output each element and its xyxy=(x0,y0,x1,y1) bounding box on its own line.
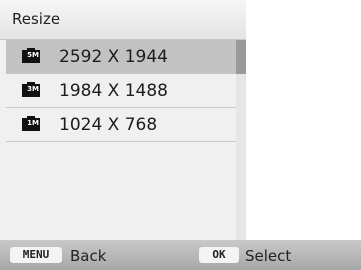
back-label: Back xyxy=(70,247,107,265)
ok-button-icon[interactable]: OK xyxy=(199,247,239,263)
resize-option-label: 2592 X 1944 xyxy=(59,47,168,67)
resize-option-5m[interactable]: 5M 2592 X 1944 xyxy=(6,40,236,74)
size-3m-icon: 3M xyxy=(22,82,40,97)
svg-text:3M: 3M xyxy=(27,85,39,93)
size-5m-icon: 5M xyxy=(22,48,40,63)
resize-option-label: 1984 X 1488 xyxy=(59,81,168,101)
resize-option-label: 1024 X 768 xyxy=(59,115,158,135)
menu-title: Resize xyxy=(12,10,61,28)
menu-button-icon[interactable]: MENU xyxy=(10,247,62,263)
resize-option-3m[interactable]: 3M 1984 X 1488 xyxy=(6,74,236,108)
svg-text:1M: 1M xyxy=(27,119,39,127)
size-1m-icon: 1M xyxy=(22,116,40,131)
svg-text:5M: 5M xyxy=(27,51,39,59)
resize-options-list: 5M 2592 X 1944 3M 1984 X 1488 1M 1024 X … xyxy=(6,40,236,142)
resize-menu-panel: Resize 5M 2592 X 1944 3M 1984 X 1488 1M … xyxy=(0,0,246,240)
scrollbar-thumb[interactable] xyxy=(236,40,246,74)
menu-header: Resize xyxy=(0,0,246,40)
resize-option-1m[interactable]: 1M 1024 X 768 xyxy=(6,108,236,142)
select-label: Select xyxy=(245,247,292,265)
footer-bar: MENU Back OK Select xyxy=(0,240,361,270)
